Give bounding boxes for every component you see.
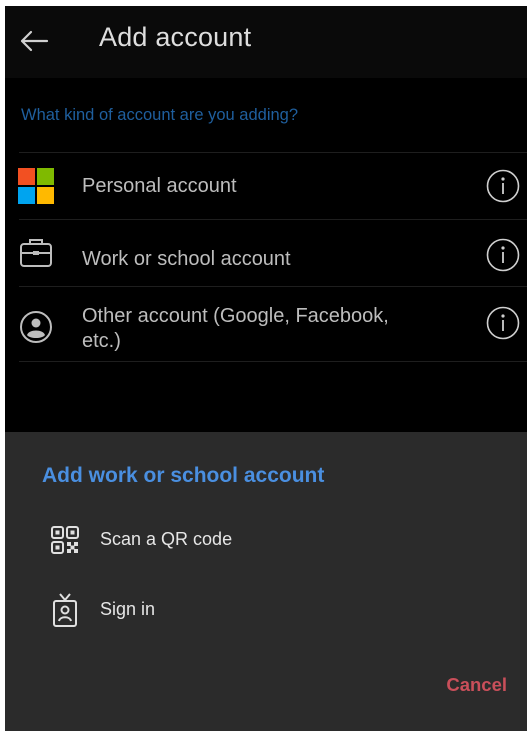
page-title: Add account [99, 22, 252, 52]
scan-qr-code-option[interactable]: Scan a QR code [5, 516, 527, 564]
personal-account-label: Personal account [82, 175, 237, 197]
qr-code-icon [49, 522, 81, 558]
info-icon [486, 238, 520, 272]
section-question: What kind of account are you adding? [21, 106, 299, 124]
work-school-account-info-button[interactable] [485, 237, 521, 273]
screen: Add account What kind of account are you… [5, 6, 527, 731]
info-icon [486, 169, 520, 203]
work-school-account-label: Work or school account [82, 248, 291, 270]
sign-in-option[interactable]: Sign in [5, 586, 527, 634]
app-bar: Add account [5, 6, 527, 78]
info-icon [486, 306, 520, 340]
sign-in-label: Sign in [100, 599, 156, 619]
arrow-left-icon [20, 30, 49, 52]
person-circle-icon [17, 308, 55, 346]
personal-account-option[interactable]: Personal account [5, 153, 527, 219]
divider [19, 361, 527, 362]
other-account-option[interactable]: Other account (Google, Facebook, etc.) [5, 287, 527, 361]
briefcase-icon [17, 234, 55, 272]
microsoft-logo-icon [17, 167, 55, 205]
cancel-button[interactable]: Cancel [446, 674, 507, 696]
id-badge-icon [49, 592, 81, 628]
work-school-account-option[interactable]: Work or school account [5, 220, 527, 286]
back-button[interactable] [17, 24, 51, 58]
sheet-title: Add work or school account [42, 464, 325, 487]
bottom-sheet: Add work or school account Scan a QR cod… [5, 432, 527, 731]
other-account-label: Other account (Google, Facebook, etc.) [82, 305, 389, 352]
scan-qr-code-label: Scan a QR code [100, 529, 233, 549]
personal-account-info-button[interactable] [485, 168, 521, 204]
other-account-info-button[interactable] [485, 305, 521, 341]
